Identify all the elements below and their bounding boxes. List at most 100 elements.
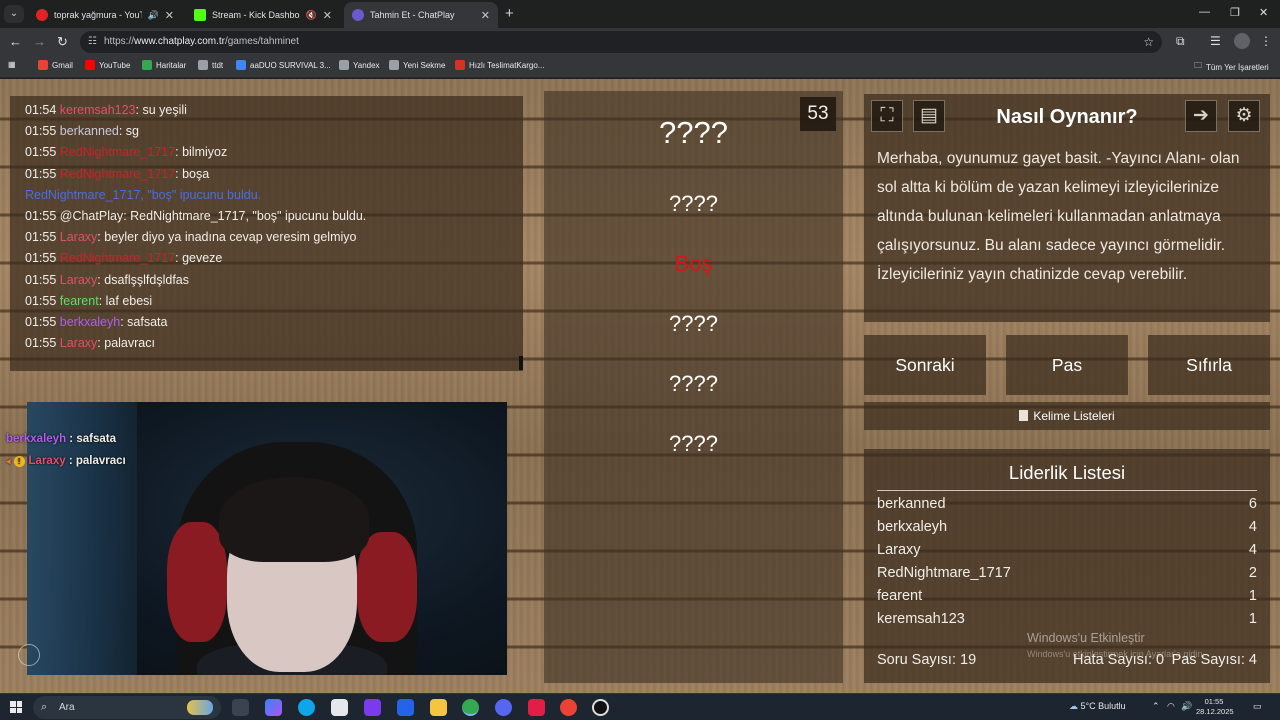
player-score: 1 (1248, 588, 1257, 604)
bookmark-yandex[interactable]: Yandex (339, 60, 380, 70)
chevron-up-icon[interactable]: ⌃ (1152, 701, 1160, 712)
bookmark-maps[interactable]: Haritalar (142, 60, 186, 70)
chat-username[interactable]: Laraxy (60, 273, 98, 287)
youtube-icon (85, 60, 95, 70)
chat-username[interactable]: @ChatPlay (60, 209, 123, 223)
reset-button[interactable]: Sıfırla (1148, 335, 1270, 395)
edge-icon[interactable] (298, 699, 315, 716)
chat-username[interactable]: Laraxy (60, 230, 98, 244)
close-tab-icon[interactable]: ✕ (165, 9, 174, 22)
chat-username[interactable]: RedNightmare_1717 (60, 251, 175, 265)
task-view-icon[interactable] (232, 699, 249, 716)
leaderboard-row: Laraxy 4 (877, 539, 1257, 562)
reading-list-icon[interactable]: ☰ (1210, 34, 1221, 48)
taskbar-search[interactable]: ⌕ Ara (33, 696, 221, 719)
chat-text: bilmiyoz (182, 145, 228, 160)
discord-icon[interactable] (495, 699, 512, 716)
site-info-icon[interactable]: ☷ (88, 31, 97, 53)
bookmark-star-icon[interactable]: ☆ (1143, 31, 1154, 53)
tab-kick-dashboard[interactable]: Stream - Kick Dashboard 🔇 ✕ (186, 2, 340, 28)
next-button[interactable]: Sonraki (864, 335, 986, 395)
maps-icon (142, 60, 152, 70)
bookmark-new-tab[interactable]: Yeni Sekme (389, 60, 445, 70)
menu-kebab-icon[interactable]: ⋮ (1260, 34, 1272, 48)
copilot-icon[interactable] (265, 699, 282, 716)
restore-icon[interactable]: ❐ (1230, 6, 1240, 19)
chat-username[interactable]: berkxaleyh (60, 315, 120, 329)
how-to-play-text: Merhaba, oyunumuz gayet basit. -Yayıncı … (877, 150, 1240, 283)
bookmark-aaduo[interactable]: aaDUO SURVIVAL 3... (236, 60, 331, 70)
tab-search-button[interactable]: ⌄ (4, 5, 24, 23)
leaderboard-row: berkanned 6 (877, 493, 1257, 516)
tab-youtube[interactable]: toprak yağmura - YouTube 🔊 ✕ (28, 2, 182, 28)
close-tab-icon[interactable]: ✕ (481, 9, 490, 22)
chat-username[interactable]: fearent (60, 294, 99, 308)
player-name: RedNightmare_1717 (877, 565, 1011, 581)
chat-username[interactable]: berkanned (60, 124, 119, 138)
gmail-icon (38, 60, 48, 70)
reload-icon[interactable]: ↻ (57, 34, 68, 50)
warning-icon: ! (13, 456, 25, 467)
extensions-icon[interactable]: ⧉ (1176, 34, 1185, 49)
leaderboard-row: berkxaleyh 4 (877, 516, 1257, 539)
chat-text: safsata (127, 314, 168, 329)
speaker-icon[interactable]: 🔊 (1181, 701, 1192, 712)
apps-grid-icon[interactable]: ▦ (8, 60, 16, 69)
notifications-icon[interactable]: ▭ (1253, 701, 1262, 712)
chat-timestamp: 01:55 (25, 124, 57, 139)
app-icon[interactable] (528, 699, 545, 716)
circle-button-icon[interactable] (18, 644, 40, 666)
pass-button[interactable]: Pas (1006, 335, 1128, 395)
profile-avatar[interactable] (1234, 33, 1250, 49)
bookmark-label: Gmail (52, 60, 73, 70)
chat-text: su yeşili (142, 103, 187, 117)
bookmark-cargo[interactable]: Hızlı TeslimatKargo... (455, 60, 544, 70)
chat-scrollbar[interactable] (519, 356, 523, 370)
close-tab-icon[interactable]: ✕ (323, 9, 332, 22)
chrome-profile-icon[interactable] (560, 699, 577, 716)
leaderboard-panel: Liderlik Listesi berkanned 6 berkxaleyh 4 … (864, 449, 1270, 683)
bookmark-label: ttdt (212, 60, 224, 70)
taboo-word: ???? (669, 371, 718, 396)
tab-title: Stream - Kick Dashboard (212, 10, 300, 20)
chrome-icon[interactable] (462, 699, 479, 716)
tab-title: Tahmin Et - ChatPlay (370, 10, 455, 20)
chat-username[interactable]: Laraxy (60, 336, 98, 350)
chat-username[interactable]: RedNightmare_1717, "boş" ipucunu buldu. (25, 188, 261, 202)
overlay-text: : safsata (66, 433, 116, 445)
bookmark-youtube[interactable]: YouTube (85, 60, 130, 70)
back-arrow-icon[interactable]: ← (9, 34, 22, 49)
forward-arrow-icon[interactable]: → (33, 34, 46, 49)
chat-username[interactable]: RedNightmare_1717 (60, 167, 175, 181)
app-icon[interactable] (364, 699, 381, 716)
close-window-icon[interactable]: ✕ (1259, 6, 1268, 19)
minimize-icon[interactable]: — (1199, 6, 1210, 18)
all-bookmarks[interactable]: 🗀 Tüm Yer İşaretleri (1194, 60, 1269, 74)
chat-separator: : (118, 124, 126, 139)
chat-username[interactable]: keremsah123 (60, 103, 136, 117)
chat-message: 01:55 RedNightmare_1717: boşa (25, 164, 508, 185)
chat-message: 01:55 berkanned: sg (25, 121, 508, 142)
player-score: 4 (1248, 519, 1257, 535)
mail-icon[interactable] (397, 699, 414, 716)
address-bar[interactable]: ☷ https://www.chatplay.com.tr/games/tahm… (80, 31, 1162, 53)
wifi-icon[interactable]: ◠ (1167, 701, 1175, 712)
tab-chatplay[interactable]: Tahmin Et - ChatPlay ✕ (344, 2, 498, 28)
new-tab-icon[interactable]: + (505, 5, 514, 22)
muted-speaker-icon[interactable]: 🔇 (306, 10, 317, 21)
site-icon (236, 60, 246, 70)
chat-username[interactable]: RedNightmare_1717 (60, 145, 175, 159)
word-lists-button[interactable]: Kelime Listeleri (864, 402, 1270, 430)
bookmark-gmail[interactable]: Gmail (38, 60, 73, 70)
windows-start-icon[interactable] (10, 701, 22, 713)
chat-message: 01:55 RedNightmare_1717: bilmiyoz (25, 142, 508, 163)
bookmark-ttdt[interactable]: ttdt (198, 60, 223, 70)
file-explorer-icon[interactable] (430, 699, 447, 716)
obs-icon[interactable] (592, 699, 609, 716)
speaker-icon[interactable]: 🔊 (148, 10, 159, 21)
store-icon[interactable] (331, 699, 348, 716)
taskbar-clock[interactable]: 01:55 28.12.2025 (1196, 697, 1234, 717)
bookmark-label: Haritalar (156, 60, 187, 70)
leaderboard-row: fearent 1 (877, 585, 1257, 608)
weather-widget[interactable]: ☁ 5°C Bulutlu (1069, 701, 1126, 712)
